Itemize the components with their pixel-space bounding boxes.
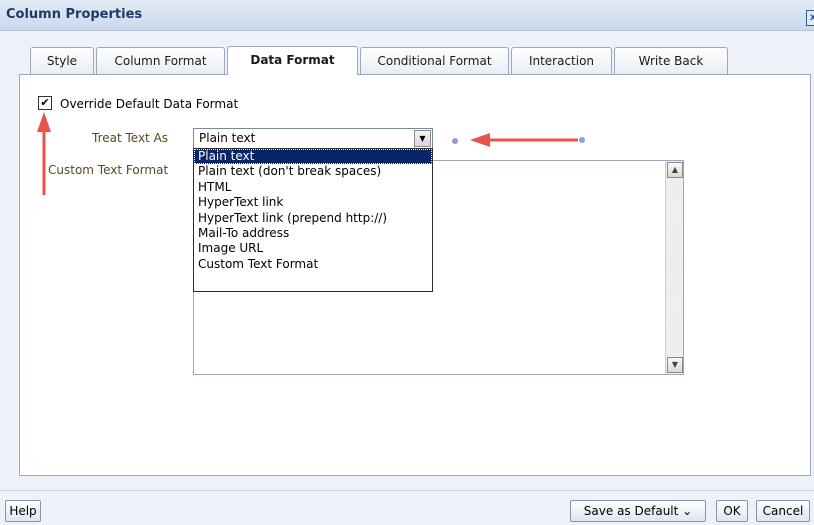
- option-html[interactable]: HTML: [194, 180, 432, 195]
- annotation-arrowhead-left: [470, 133, 490, 147]
- annotation-dot-right: [579, 137, 585, 143]
- save-as-default-button[interactable]: Save as Default ⌄: [570, 500, 706, 522]
- help-button[interactable]: Help: [5, 500, 41, 522]
- annotation-arrowhead-up: [37, 112, 51, 132]
- option-plain-text[interactable]: Plain text: [194, 149, 432, 165]
- option-image-url[interactable]: Image URL: [194, 241, 432, 256]
- footer-divider: [0, 490, 814, 491]
- column-properties-dialog: Column Properties x Style Column Format …: [0, 0, 814, 525]
- option-plain-text-nobreak[interactable]: Plain text (don't break spaces): [194, 164, 432, 179]
- option-mailto[interactable]: Mail-To address: [194, 226, 432, 241]
- ok-button[interactable]: OK: [716, 500, 748, 522]
- annotation-dot-left: [452, 138, 458, 144]
- option-hypertext-link-prepend[interactable]: HyperText link (prepend http://): [194, 211, 432, 226]
- option-custom-text-format[interactable]: Custom Text Format: [194, 257, 432, 272]
- option-hypertext-link[interactable]: HyperText link: [194, 195, 432, 210]
- treat-text-as-dropdown: Plain text Plain text (don't break space…: [193, 148, 433, 292]
- tab-data-format[interactable]: Data Format: [227, 46, 358, 75]
- cancel-button[interactable]: Cancel: [756, 500, 810, 522]
